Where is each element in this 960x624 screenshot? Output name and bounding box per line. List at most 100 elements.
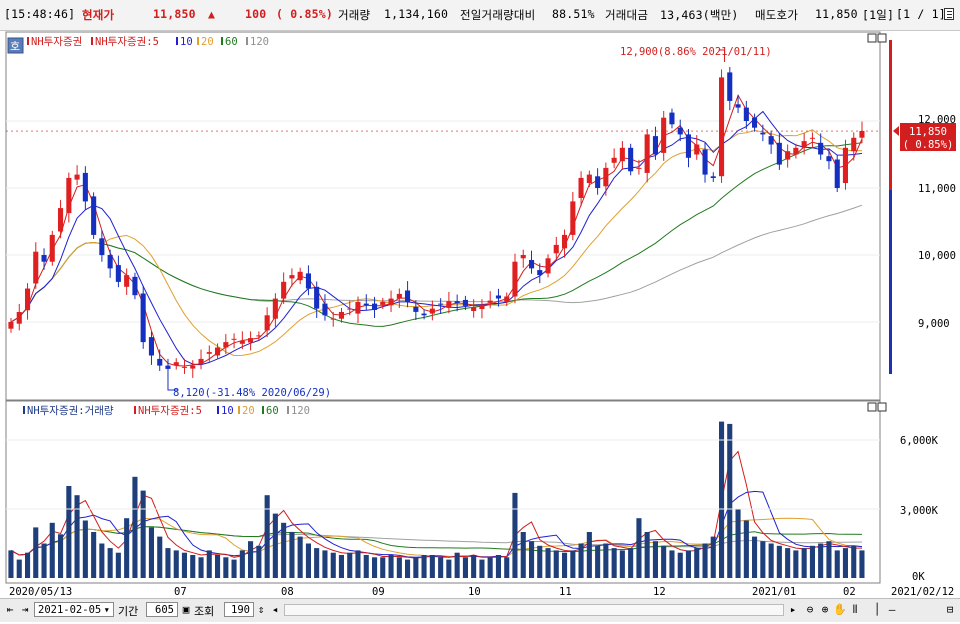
volume-restore-icon[interactable]	[867, 402, 877, 412]
candle-body	[231, 338, 237, 340]
volume-bar	[727, 423, 733, 578]
volume-bar	[231, 559, 237, 578]
ask-label: 매도호가	[755, 8, 799, 22]
volume-bar	[140, 490, 146, 578]
hand-icon[interactable]: ✋	[833, 602, 847, 617]
chart-type-icon[interactable]: ⦀	[848, 602, 862, 617]
volume-bar	[215, 555, 221, 578]
zoom-out-icon[interactable]: ⇤	[3, 602, 17, 617]
volume-bar	[495, 555, 501, 578]
candle-body	[107, 255, 113, 269]
list-icon[interactable]	[944, 8, 954, 20]
candle-body	[785, 151, 791, 160]
y-tick: 11,000	[918, 183, 956, 195]
candle-body	[520, 255, 526, 259]
volume-bar	[91, 532, 97, 578]
candle-body	[710, 176, 716, 178]
legend-ma5: NH투자증권:5	[95, 36, 159, 48]
up-arrow-icon: ▲	[208, 7, 216, 21]
period-input[interactable]: 605	[146, 602, 178, 617]
volume-bar	[826, 541, 832, 578]
candle-body	[58, 208, 64, 232]
candle-body	[82, 172, 88, 202]
candle-body	[347, 308, 353, 310]
volume-bar	[396, 557, 402, 578]
x-axis-label: 07	[174, 586, 187, 598]
volume-y-tick: 6,000K	[900, 435, 939, 447]
volume-bar	[82, 520, 88, 578]
prev-volume-pct: 88.51%	[552, 7, 595, 21]
chart-area[interactable]: 호 NH투자증권 NH투자증권:5 10 20 60 120 12,900(8.…	[0, 30, 960, 621]
close-icon[interactable]	[877, 33, 887, 43]
restore-icon[interactable]	[867, 33, 877, 43]
volume-bar	[181, 552, 187, 578]
volume-bar	[818, 543, 824, 578]
volume-bar	[537, 545, 543, 578]
view-count-input[interactable]: 190	[224, 602, 254, 617]
volume-bar	[421, 555, 427, 578]
candle-body	[636, 167, 642, 169]
candle-body	[396, 293, 402, 299]
volume-bar	[793, 550, 799, 578]
volume-bar	[314, 548, 320, 578]
volume-legend: NH투자증권:거래량 NH투자증권:5 10 20 60 120	[23, 405, 310, 417]
prev-volume-label: 전일거래량대비	[460, 8, 536, 22]
date-select[interactable]: 2021-02-05 ▾	[34, 602, 114, 617]
candle-body	[859, 131, 865, 138]
volume-bar	[25, 552, 31, 578]
volume-bar	[801, 548, 807, 578]
volume-bar	[735, 509, 741, 578]
volume-bar	[66, 486, 72, 578]
candle-body	[91, 196, 97, 235]
candle-body	[727, 72, 733, 101]
volume-bar	[107, 548, 113, 578]
candle-body	[338, 312, 344, 319]
calendar-icon[interactable]: ▣	[179, 602, 193, 617]
spinner-icon[interactable]: ⇕	[254, 602, 268, 617]
candle-body	[826, 156, 832, 162]
volume-bar	[388, 555, 394, 578]
candle-body	[595, 176, 601, 188]
candle-body	[239, 340, 245, 344]
minimize-icon[interactable]: ―	[885, 602, 899, 617]
volume-bar	[462, 557, 468, 578]
candle-body	[760, 132, 766, 135]
volume-bar	[297, 536, 303, 578]
x-axis-label: 2021/01	[752, 586, 796, 598]
candle-body	[206, 352, 212, 354]
scroll-left-icon[interactable]: ◂	[268, 602, 282, 617]
volume-bar	[743, 520, 749, 578]
zoom-minus-icon[interactable]: ⊖	[803, 602, 817, 617]
price-change-pct: ( 0.85%)	[276, 7, 333, 21]
candle-body	[165, 365, 171, 369]
volume-bar	[248, 541, 254, 578]
current-price-tag-value: 11,850	[909, 126, 947, 138]
volume-bar	[619, 550, 625, 578]
candle-body	[619, 147, 625, 162]
zoom-in-icon[interactable]: ⇥	[18, 602, 32, 617]
candle-body	[752, 117, 758, 128]
volume-y-tick: 3,000K	[900, 505, 939, 517]
volume-bar	[405, 559, 411, 578]
period-indicator[interactable]: [1일]	[862, 7, 894, 23]
candle-body	[380, 301, 386, 305]
scroll-right-icon[interactable]: ▸	[786, 602, 800, 617]
volume-close-icon[interactable]	[877, 402, 887, 412]
panel-toggle-icon[interactable]: ⊟	[943, 602, 957, 617]
candle-body	[190, 365, 196, 369]
volume-bar	[529, 541, 535, 578]
x-axis-label: 2020/05/13	[9, 586, 72, 598]
stock-chart[interactable]: 호 NH투자증권 NH투자증권:5 10 20 60 120 12,900(8.…	[0, 30, 960, 621]
candle-body	[685, 134, 691, 158]
volume-bar	[487, 557, 493, 578]
volume-bar	[611, 548, 617, 578]
clock: [15:48:46]	[4, 7, 76, 21]
candle-body	[49, 234, 55, 262]
zoom-plus-icon[interactable]: ⊕	[818, 602, 832, 617]
horizontal-scrollbar[interactable]	[284, 604, 784, 616]
date-value: 2021-02-05	[38, 604, 102, 616]
volume-bar	[33, 527, 39, 578]
candle-body	[628, 147, 634, 172]
volume-bar	[785, 548, 791, 578]
volume-bar	[372, 557, 378, 578]
